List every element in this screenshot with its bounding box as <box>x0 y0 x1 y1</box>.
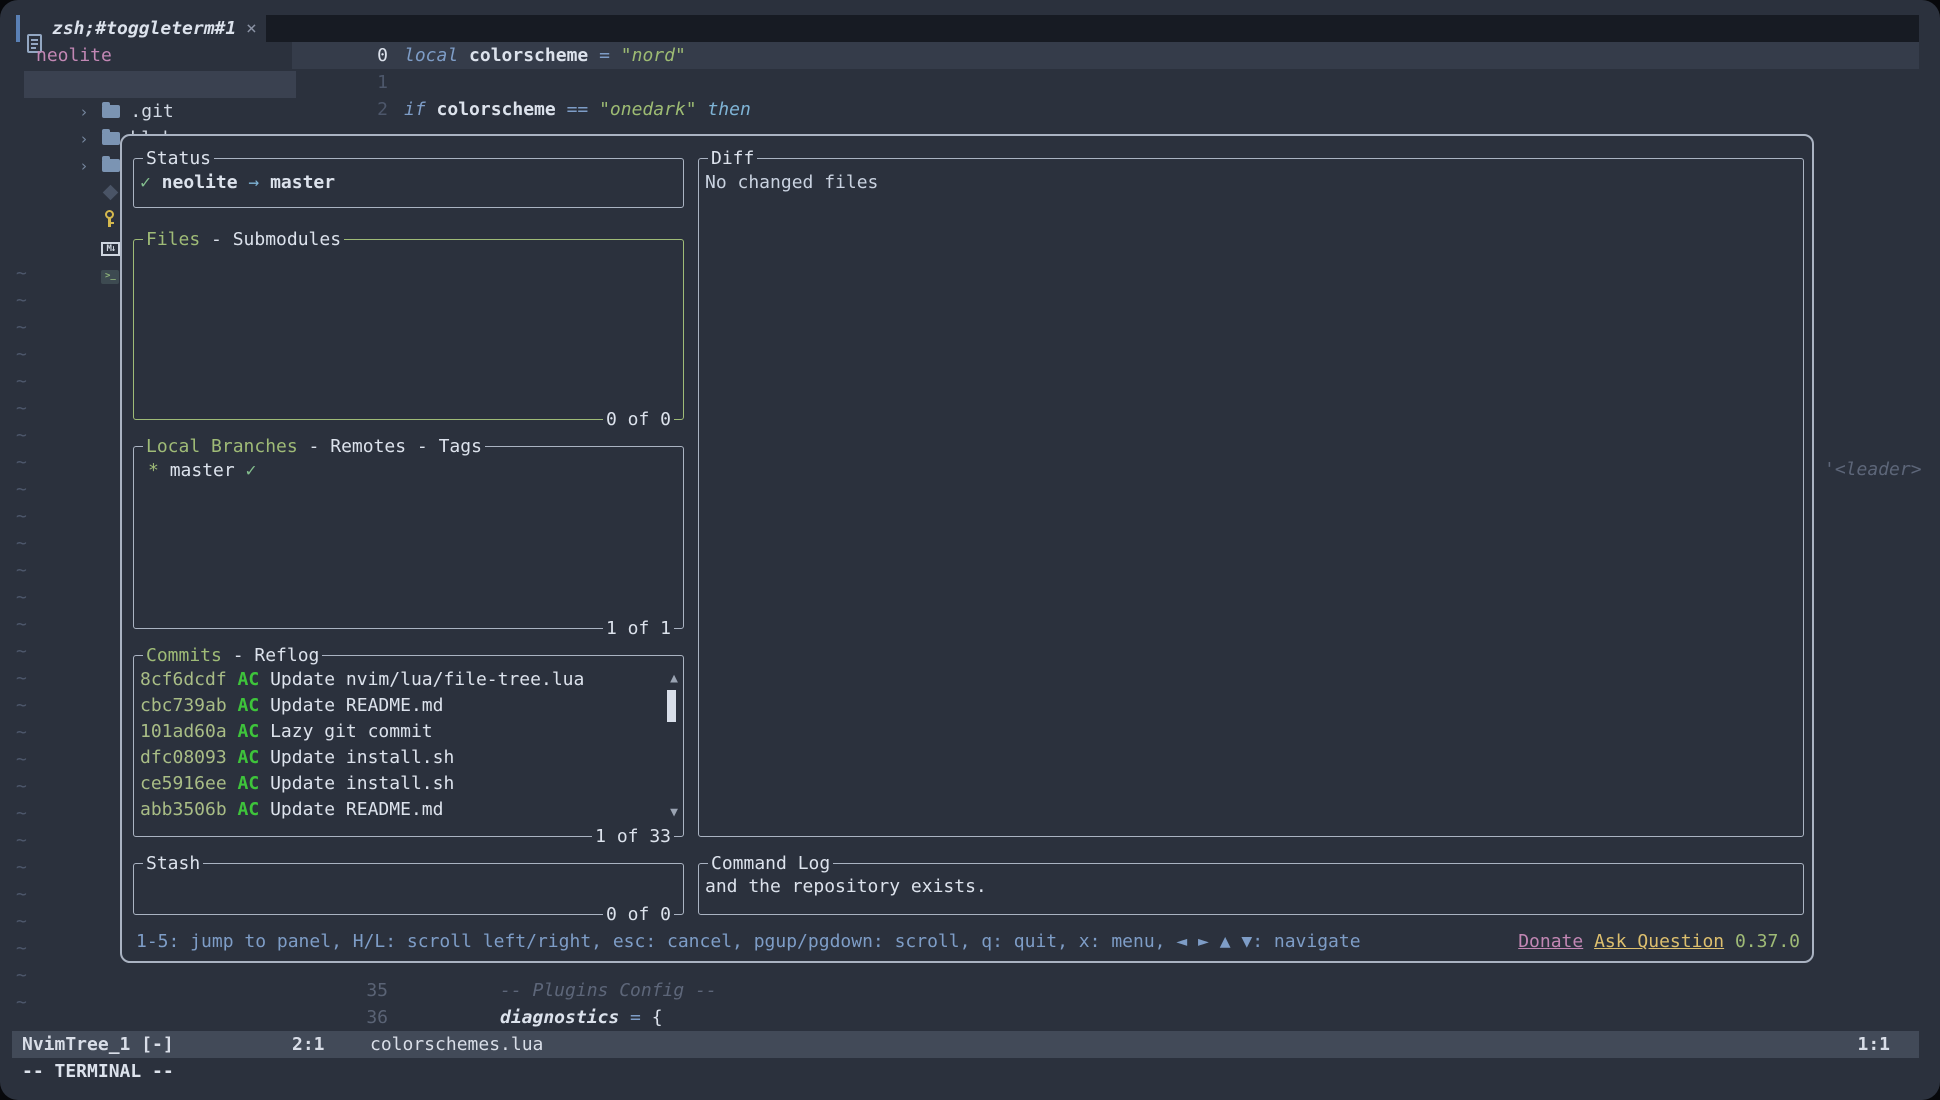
scroll-down-icon[interactable]: ▼ <box>670 806 678 819</box>
check-icon: ✓ <box>140 172 151 193</box>
code-line-0[interactable]: 0 local colorscheme = "nord" <box>340 42 686 69</box>
statusline-filename: colorschemes.lua <box>370 1031 543 1058</box>
code-line-2[interactable]: 2 if colorscheme == "onedark" then <box>340 96 751 123</box>
tilde-marker: ~ <box>16 881 27 908</box>
tilde-marker: ~ <box>16 962 27 989</box>
tilde-marker: ~ <box>16 557 27 584</box>
statusline-cursor-pos-right: 1:1 <box>1857 1031 1890 1058</box>
tilde-marker: ~ <box>16 611 27 638</box>
check-icon: ✓ <box>246 460 257 481</box>
commits-count: 1 of 33 <box>592 823 674 850</box>
files-count: 0 of 0 <box>603 406 674 433</box>
branches-count: 1 of 1 <box>603 615 674 642</box>
branch-row[interactable]: * master ✓ <box>148 460 256 481</box>
tilde-marker: ~ <box>16 800 27 827</box>
lazygit-status-panel[interactable]: Status ✓ neolite → master <box>133 158 684 208</box>
tilde-marker: ~ <box>16 395 27 422</box>
ask-question-link[interactable]: Ask Question <box>1594 931 1724 952</box>
line-number: 35 <box>340 977 388 1004</box>
scroll-up-icon[interactable]: ▲ <box>670 672 678 685</box>
line-number: 1 <box>340 69 388 96</box>
commit-row[interactable]: dfc08093 AC Update install.sh <box>140 745 584 771</box>
commit-row[interactable]: 101ad60a AC Lazy git commit <box>140 719 584 745</box>
tab-close-icon[interactable]: × <box>246 15 257 42</box>
status-branch-info: ✓ neolite → master <box>140 172 335 193</box>
tilde-marker: ~ <box>16 584 27 611</box>
tree-item-blob-folder[interactable]: ›blob <box>36 98 174 125</box>
keybindings-help: 1-5: jump to panel, H/L: scroll left/rig… <box>136 928 1361 955</box>
command-log-content: and the repository exists. <box>705 876 987 897</box>
line-number: 36 <box>340 1004 388 1031</box>
lazygit-stash-panel[interactable]: Stash 0 of 0 <box>133 863 684 915</box>
line-number: 2 <box>340 96 388 123</box>
line-number: 0 <box>340 42 388 69</box>
stash-count: 0 of 0 <box>603 901 674 928</box>
tabline-fill <box>266 15 1919 42</box>
code-line-35[interactable]: 35 -- Plugins Config -- <box>340 977 717 1004</box>
code-line-36[interactable]: 36 diagnostics = { <box>340 1004 663 1031</box>
tilde-marker: ~ <box>16 989 27 1016</box>
tilde-marker: ~ <box>16 908 27 935</box>
donate-link[interactable]: Donate <box>1518 931 1583 952</box>
commit-row[interactable]: cbc739ab AC Update README.md <box>140 693 584 719</box>
lazygit-float-window: Status ✓ neolite → master Files - Submod… <box>120 134 1814 963</box>
neovim-terminal-window: zsh;#toggleterm#1 × 0 local colorscheme … <box>0 0 1940 1100</box>
commit-list: 8cf6dcdf AC Update nvim/lua/file-tree.lu… <box>140 667 584 823</box>
branches-panel-title: Local Branches - Remotes - Tags <box>143 433 485 460</box>
tilde-marker: ~ <box>16 719 27 746</box>
tilde-marker: ~ <box>16 935 27 962</box>
version-label: 0.37.0 <box>1735 931 1800 952</box>
lazygit-diff-panel[interactable]: Diff No changed files <box>698 158 1804 837</box>
tilde-marker: ~ <box>16 449 27 476</box>
statusline-buffer-name: NvimTree_1 [-] <box>22 1031 174 1058</box>
tilde-marker: ~ <box>16 773 27 800</box>
tilde-marker: ~ <box>16 692 27 719</box>
lazygit-links: Donate Ask Question 0.37.0 <box>1518 928 1800 955</box>
tilde-marker: ~ <box>16 530 27 557</box>
lazygit-files-panel[interactable]: Files - Submodules 0 of 0 <box>133 239 684 420</box>
lazygit-commits-panel[interactable]: Commits - Reflog 8cf6dcdf AC Update nvim… <box>133 655 684 837</box>
tree-root[interactable]: neolite <box>36 42 112 69</box>
tree-item-git-folder[interactable]: ›.git <box>36 71 174 98</box>
leader-hint-text: '<leader> <box>1824 456 1922 483</box>
tilde-marker: ~ <box>16 422 27 449</box>
arrow-right-icon: → <box>248 172 259 193</box>
stash-panel-title: Stash <box>143 850 203 877</box>
tilde-marker: ~ <box>16 854 27 881</box>
tilde-marker: ~ <box>16 503 27 530</box>
code-line-1[interactable]: 1 <box>340 69 388 96</box>
tab-title[interactable]: zsh;#toggleterm#1 <box>52 15 236 42</box>
scrollbar-thumb[interactable] <box>667 690 676 722</box>
status-panel-title: Status <box>143 145 214 172</box>
tilde-marker: ~ <box>16 746 27 773</box>
tilde-marker: ~ <box>16 368 27 395</box>
commit-row[interactable]: 8cf6dcdf AC Update nvim/lua/file-tree.lu… <box>140 667 584 693</box>
commit-row[interactable]: abb3506b AC Update README.md <box>140 797 584 823</box>
tilde-marker: ~ <box>16 638 27 665</box>
commit-row[interactable]: ce5916ee AC Update install.sh <box>140 771 584 797</box>
tilde-marker: ~ <box>16 665 27 692</box>
tilde-marker: ~ <box>16 314 27 341</box>
shell-script-icon: >_ <box>101 270 119 284</box>
lazygit-branches-panel[interactable]: Local Branches - Remotes - Tags * master… <box>133 446 684 629</box>
tilde-marker: ~ <box>16 287 27 314</box>
tilde-marker: ~ <box>16 341 27 368</box>
diff-content: No changed files <box>705 172 878 193</box>
files-panel-title: Files - Submodules <box>143 226 344 253</box>
lazygit-command-log-panel[interactable]: Command Log and the repository exists. <box>698 863 1804 915</box>
tilde-marker: ~ <box>16 827 27 854</box>
tilde-marker: ~ <box>16 476 27 503</box>
statusline-cursor-pos-left: 2:1 <box>292 1031 325 1058</box>
mode-indicator: -- TERMINAL -- <box>22 1058 174 1085</box>
diff-panel-title: Diff <box>708 145 757 172</box>
command-log-title: Command Log <box>708 850 833 877</box>
tilde-marker: ~ <box>16 260 27 287</box>
commits-panel-title: Commits - Reflog <box>143 642 322 669</box>
